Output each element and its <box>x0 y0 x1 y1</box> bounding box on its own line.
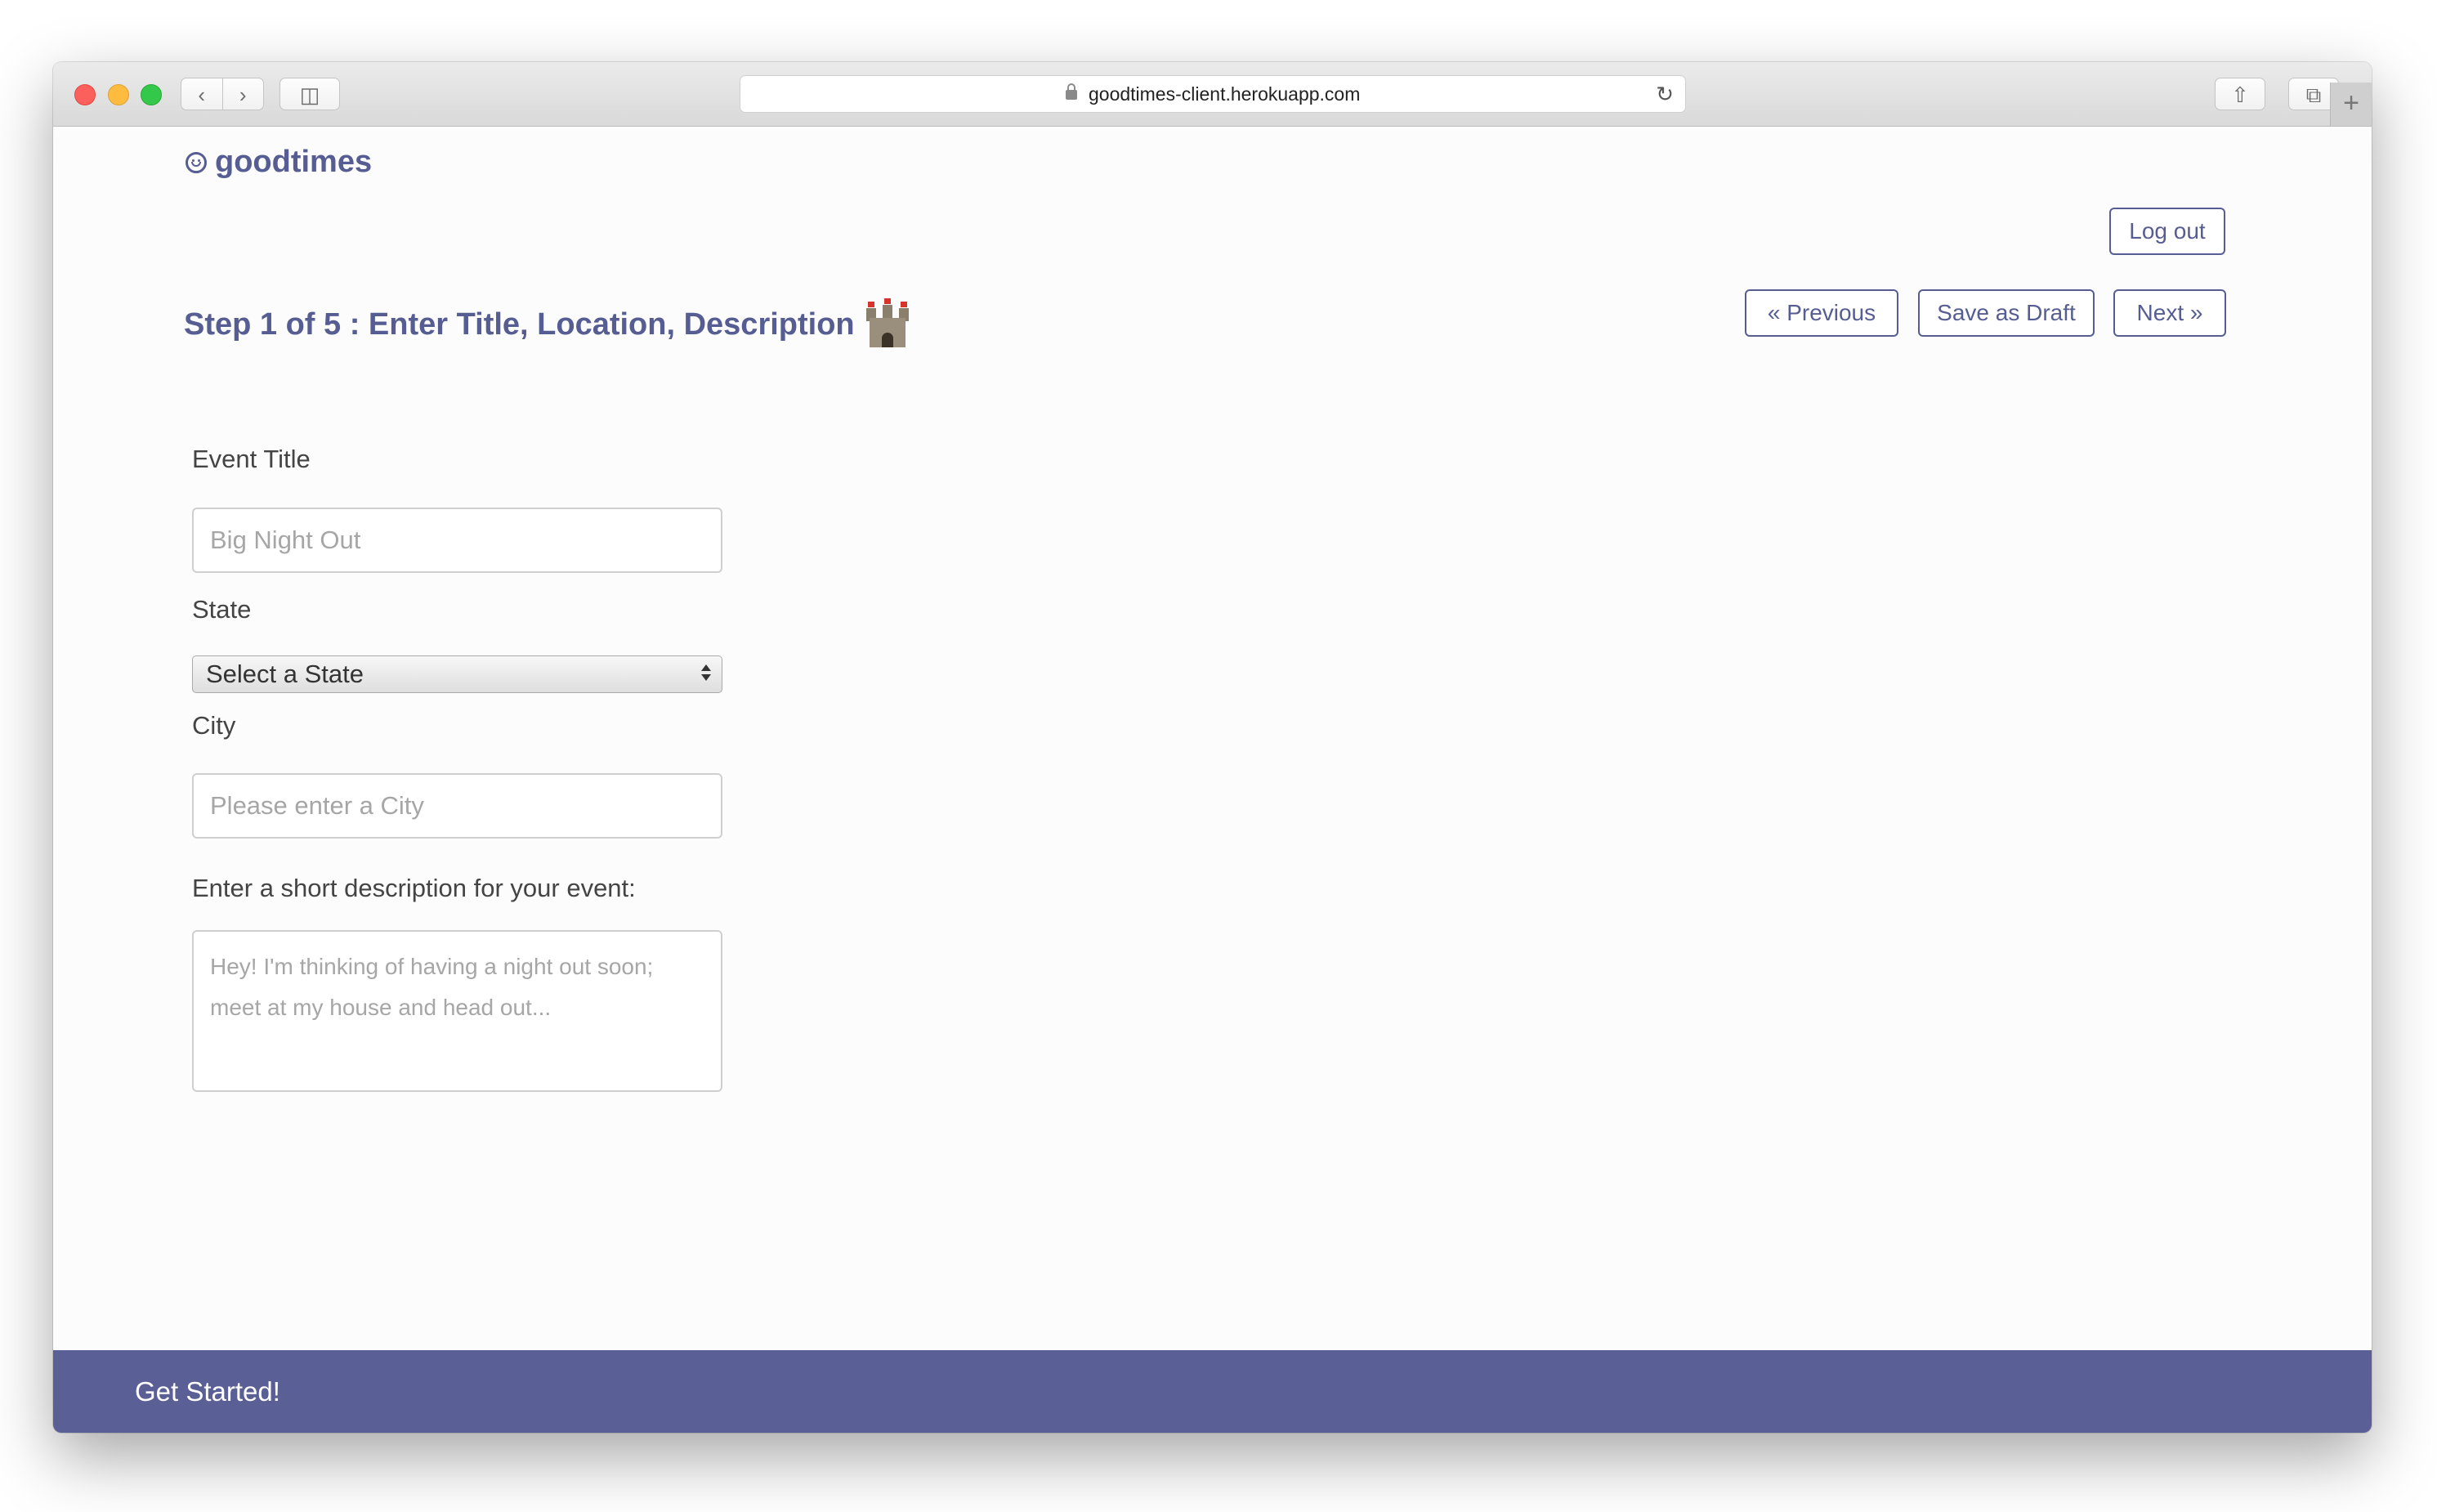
save-draft-button[interactable]: Save as Draft <box>1918 289 2095 337</box>
browser-window: ‹ › ◫ goodtimes-client.herokuapp.com ↻ ⇧… <box>53 62 2372 1433</box>
history-nav: ‹ › <box>181 78 264 110</box>
previous-button[interactable]: « Previous <box>1745 289 1898 337</box>
state-select[interactable]: Select a State <box>192 655 722 693</box>
description-textarea[interactable]: Hey! I'm thinking of having a night out … <box>192 930 722 1092</box>
forward-icon[interactable]: › <box>223 78 264 110</box>
smiley-icon <box>186 151 207 173</box>
event-title-input[interactable]: Big Night Out <box>192 508 722 573</box>
zoom-window-icon[interactable] <box>141 84 162 105</box>
back-icon[interactable]: ‹ <box>181 78 223 110</box>
share-icon[interactable]: ⇧ <box>2215 78 2265 110</box>
step-title-text: Step 1 of 5 : Enter Title, Location, Des… <box>184 306 855 342</box>
sidebar-toggle-icon[interactable]: ◫ <box>279 78 340 110</box>
reload-icon[interactable]: ↻ <box>1656 76 1674 112</box>
select-arrows-icon <box>700 661 712 686</box>
brand-logo[interactable]: goodtimes <box>186 145 372 180</box>
brand-name: goodtimes <box>215 145 373 179</box>
url-text: goodtimes-client.herokuapp.com <box>1088 83 1361 105</box>
castle-icon <box>865 298 910 347</box>
page-content: goodtimes Log out Step 1 of 5 : Enter Ti… <box>53 127 2372 1350</box>
city-label: City <box>192 711 236 740</box>
event-title-label: Event Title <box>192 445 311 473</box>
get-started-link[interactable]: Get Started! <box>135 1376 280 1407</box>
city-input[interactable]: Please enter a City <box>192 773 722 839</box>
footer-bar: Get Started! <box>53 1350 2372 1433</box>
state-label: State <box>192 595 252 624</box>
address-bar[interactable]: goodtimes-client.herokuapp.com ↻ <box>740 75 1686 113</box>
lock-icon <box>1065 83 1077 100</box>
close-window-icon[interactable] <box>74 84 96 105</box>
logout-button[interactable]: Log out <box>2109 208 2225 255</box>
minimize-window-icon[interactable] <box>108 84 129 105</box>
description-label: Enter a short description for your event… <box>192 874 636 902</box>
browser-toolbar: ‹ › ◫ goodtimes-client.herokuapp.com ↻ ⇧… <box>53 62 2372 127</box>
new-tab-icon[interactable]: + <box>2330 83 2372 126</box>
state-select-value: Select a State <box>206 660 364 688</box>
next-button[interactable]: Next » <box>2113 289 2226 337</box>
page-title: Step 1 of 5 : Enter Title, Location, Des… <box>184 298 910 347</box>
